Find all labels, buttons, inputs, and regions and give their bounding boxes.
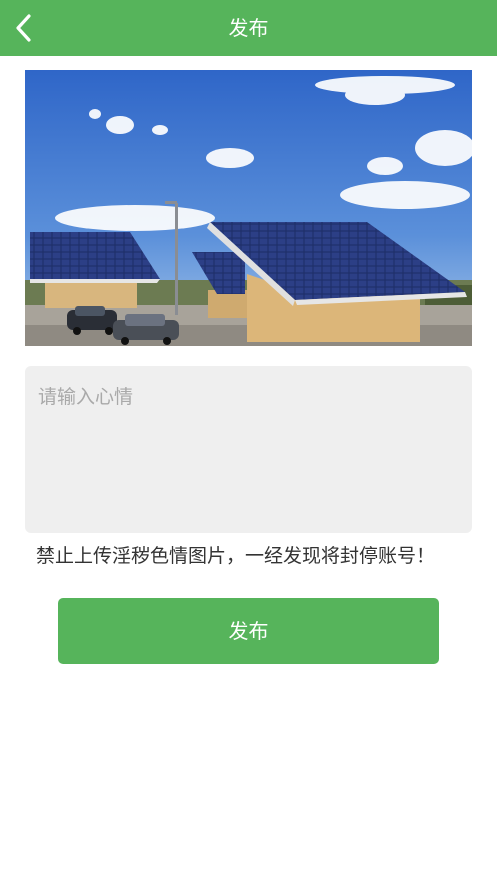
uploaded-image[interactable] — [25, 70, 472, 346]
top-bar: 发布 — [0, 0, 497, 56]
page-title: 发布 — [228, 16, 269, 40]
solar-panel-photo — [25, 70, 472, 346]
chevron-left-icon — [16, 14, 31, 42]
mood-input-box — [25, 366, 472, 533]
upload-warning: 禁止上传淫秽色情图片，一经发现将封停账号！ — [36, 545, 436, 567]
mood-input[interactable] — [25, 366, 472, 533]
publish-button[interactable]: 发布 — [58, 598, 439, 664]
back-button[interactable] — [8, 8, 48, 48]
